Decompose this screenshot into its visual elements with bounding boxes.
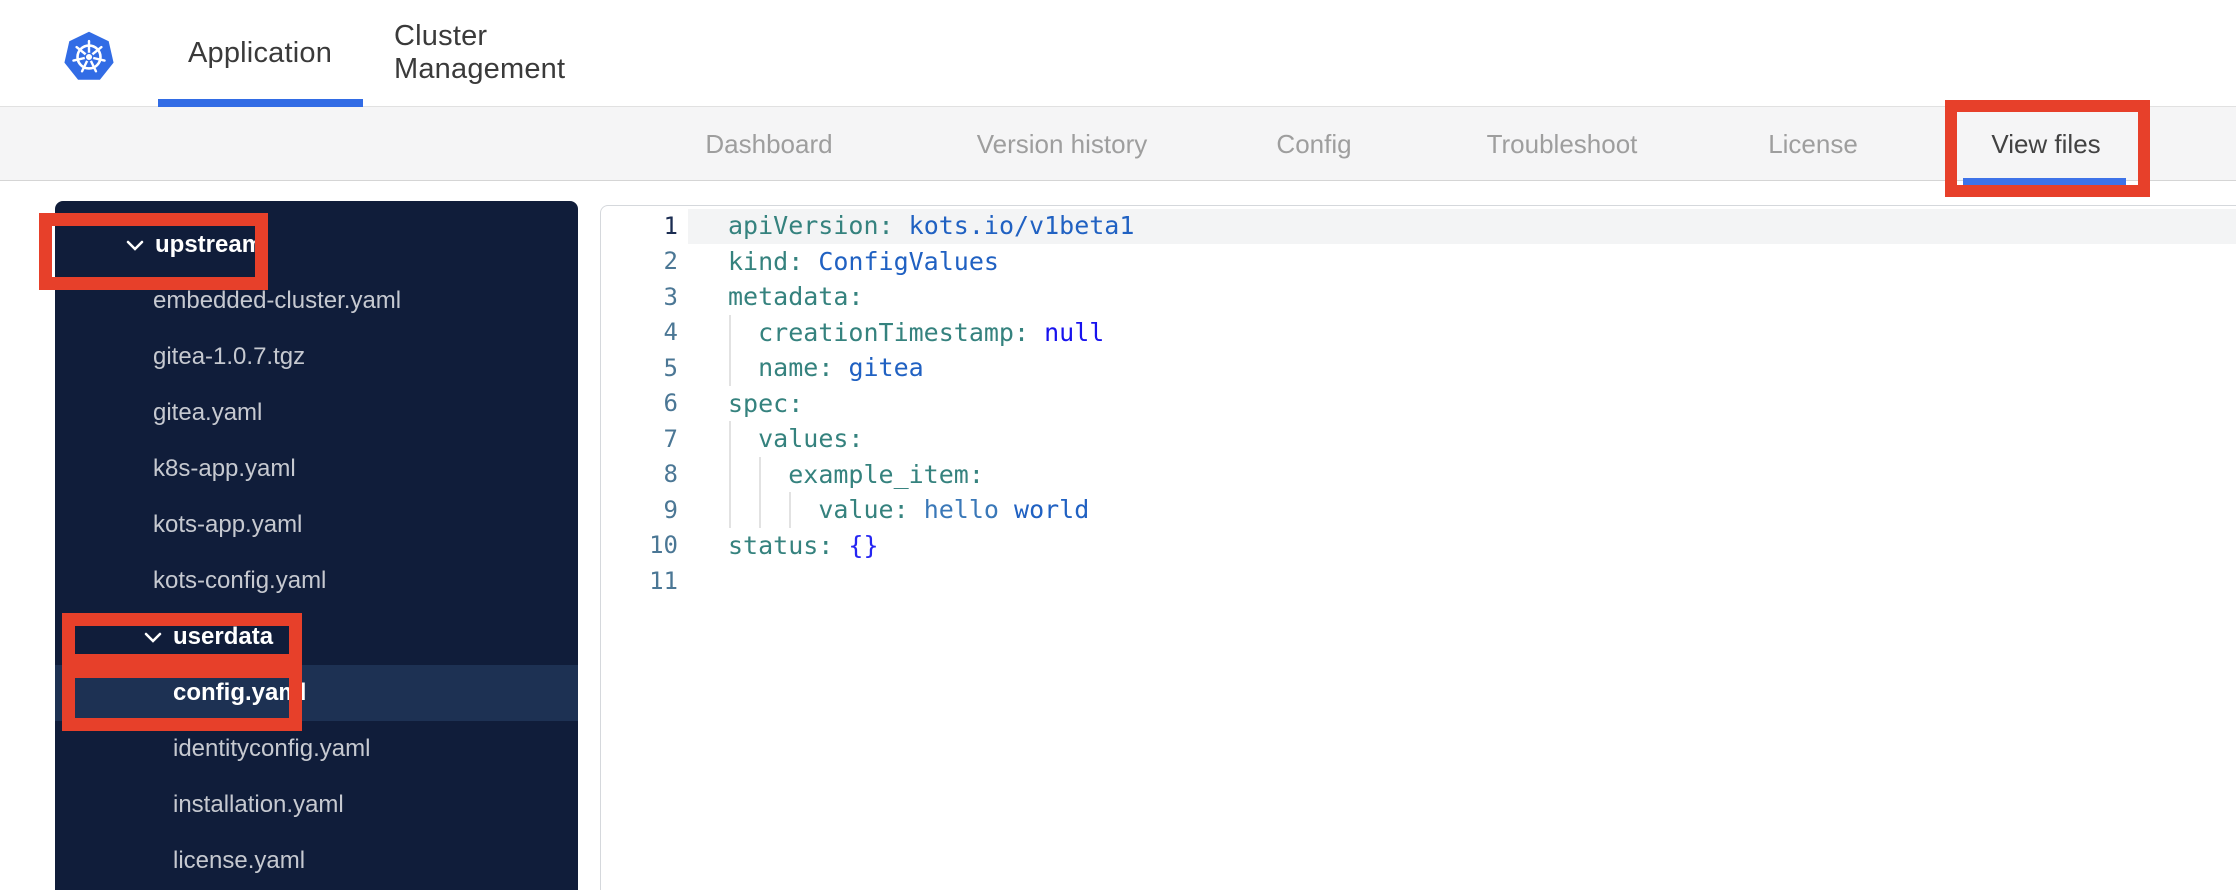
tab-cluster-management[interactable]: Cluster Management (394, 0, 666, 106)
line-number: 7 (663, 424, 678, 453)
code-content: values: (758, 424, 864, 454)
sidebar-item-k8s-app-yaml[interactable]: k8s-app.yaml (55, 441, 578, 497)
code-line: 4 creationTimestamp: null (601, 315, 2236, 351)
code-content: example_item: (788, 459, 984, 489)
folder-label: upstream (155, 231, 264, 258)
view-files-active-underline (1963, 178, 2126, 186)
line-number: 3 (663, 282, 678, 311)
sidebar-item-embedded-cluster-yaml[interactable]: embedded-cluster.yaml (55, 273, 578, 329)
kubernetes-logo-icon[interactable] (61, 28, 117, 86)
sidebar-item-gitea-tgz[interactable]: gitea-1.0.7.tgz (55, 329, 578, 385)
tab-version-history[interactable]: Version history (977, 107, 1148, 181)
top-navbar: Application Cluster Management (0, 0, 2236, 107)
app-subnav: Dashboard Version history Config Trouble… (0, 107, 2236, 181)
code-content: apiVersion: kots.io/v1beta1 (728, 211, 1135, 241)
line-number: 6 (663, 389, 678, 418)
sidebar-item-license-yaml[interactable]: license.yaml (55, 833, 578, 889)
code-line: 7 values: (601, 421, 2236, 457)
chevron-down-icon[interactable] (144, 630, 162, 645)
line-number: 2 (663, 247, 678, 276)
sidebar-item-config-yaml[interactable]: config.yaml (55, 665, 578, 721)
kots-admin-console: Application Cluster Management Dashboard… (0, 0, 2236, 890)
code-content: spec: (728, 388, 804, 418)
code-content: metadata: (728, 282, 864, 312)
code-line: 6 spec: (601, 386, 2236, 422)
tab-dashboard[interactable]: Dashboard (705, 107, 832, 181)
sidebar-item-installation-yaml[interactable]: installation.yaml (55, 777, 578, 833)
code-line: 3 metadata: (601, 279, 2236, 315)
code-line: 8 example_item: (601, 457, 2236, 493)
tab-config[interactable]: Config (1276, 107, 1351, 181)
tab-application[interactable]: Application (160, 0, 360, 106)
code-content: kind: ConfigValues (728, 246, 999, 276)
code-content: creationTimestamp: null (758, 317, 1105, 347)
sidebar-item-gitea-yaml[interactable]: gitea.yaml (55, 385, 578, 441)
yaml-file-viewer[interactable]: 1 apiVersion: kots.io/v1beta1 2 kind: Co… (600, 205, 2236, 890)
folder-label: userdata (173, 623, 274, 650)
code-content: name: gitea (758, 353, 924, 383)
tab-troubleshoot[interactable]: Troubleshoot (1487, 107, 1638, 181)
line-number: 9 (663, 495, 678, 524)
tab-view-files[interactable]: View files (1991, 107, 2100, 181)
line-number: 4 (663, 318, 678, 347)
sidebar-folder-userdata[interactable]: userdata (55, 609, 578, 665)
code-line: 5 name: gitea (601, 350, 2236, 386)
chevron-down-icon[interactable] (126, 238, 144, 253)
line-number: 11 (649, 566, 678, 595)
line-number: 8 (663, 460, 678, 489)
file-tree-sidebar: upstream embedded-cluster.yaml gitea-1.0… (55, 201, 578, 890)
line-number: 10 (649, 531, 678, 560)
active-tab-underline (158, 99, 363, 107)
code-line: 1 apiVersion: kots.io/v1beta1 (601, 208, 2236, 244)
sidebar-item-kots-config-yaml[interactable]: kots-config.yaml (55, 553, 578, 609)
code-content: status: {} (728, 530, 879, 560)
line-number: 5 (663, 353, 678, 382)
sidebar-folder-upstream[interactable]: upstream (55, 217, 578, 273)
line-number: 1 (663, 211, 678, 240)
sidebar-item-kots-app-yaml[interactable]: kots-app.yaml (55, 497, 578, 553)
code-line: 2 kind: ConfigValues (601, 244, 2236, 280)
tab-license[interactable]: License (1768, 107, 1858, 181)
code-line: 11 (601, 563, 2236, 599)
code-line: 9 value: hello world (601, 492, 2236, 528)
code-line: 10 status: {} (601, 528, 2236, 564)
code-content: value: hello world (818, 495, 1090, 525)
sidebar-item-identityconfig-yaml[interactable]: identityconfig.yaml (55, 721, 578, 777)
